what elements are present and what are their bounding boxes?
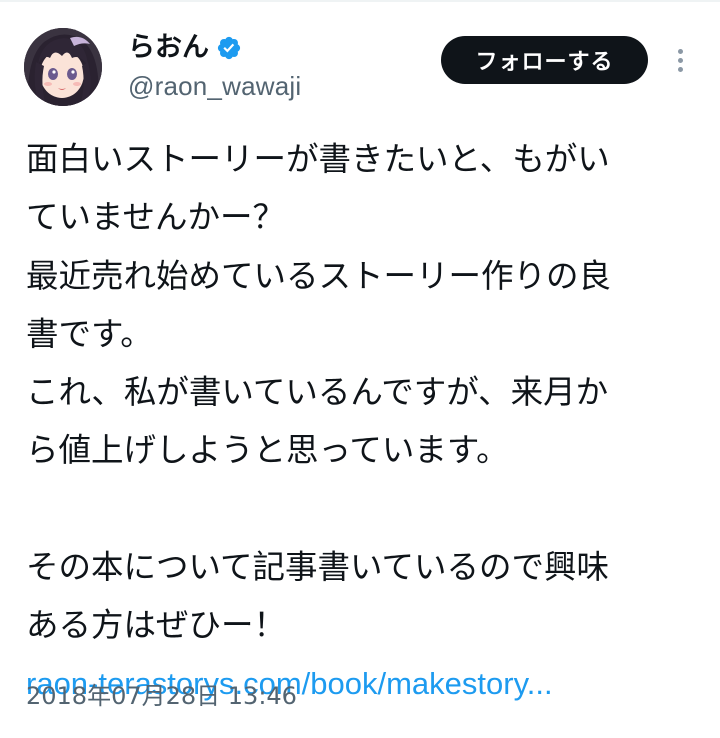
tweet-line: ら値上げしようと思っています。 <box>26 431 509 470</box>
more-dot <box>677 48 683 54</box>
tweet-line: ていませんかー？ <box>26 198 286 237</box>
tweet-timestamp[interactable]: 2018年07月28日 13:46 <box>26 676 297 716</box>
follow-button[interactable]: フォローする <box>441 36 648 84</box>
verified-badge-icon <box>216 35 242 61</box>
more-dot <box>677 57 683 63</box>
author-handle[interactable]: @raon_wawaji <box>128 68 301 104</box>
display-name[interactable]: らおん <box>128 28 209 68</box>
more-dot <box>677 66 683 72</box>
avatar[interactable] <box>24 28 102 106</box>
more-vertical-icon[interactable] <box>668 40 692 80</box>
anime-girl-avatar-icon <box>24 28 102 106</box>
tweet-line: 最近売れ始めているストーリー作りの良 <box>26 256 612 295</box>
tweet-line: これ、私が書いているんですが、来月か <box>26 373 609 412</box>
tweet-line: ある方はぜひー！ <box>26 606 287 645</box>
tweet-line: その本について記事書いているので興味 <box>26 548 610 587</box>
tweet-text: 面白いストーリーが書きたいと、もがい ていませんかー？ 最近売れ始めているストー… <box>26 130 696 713</box>
tweet-line: 面白いストーリーが書きたいと、もがい <box>26 140 610 178</box>
tweet-line: 書です。 <box>26 314 153 353</box>
author-name-row: らおん <box>128 28 242 68</box>
tweet-card: らおん @raon_wawaji フォローする 面白いストーリーが書きたいと、も… <box>0 0 720 738</box>
